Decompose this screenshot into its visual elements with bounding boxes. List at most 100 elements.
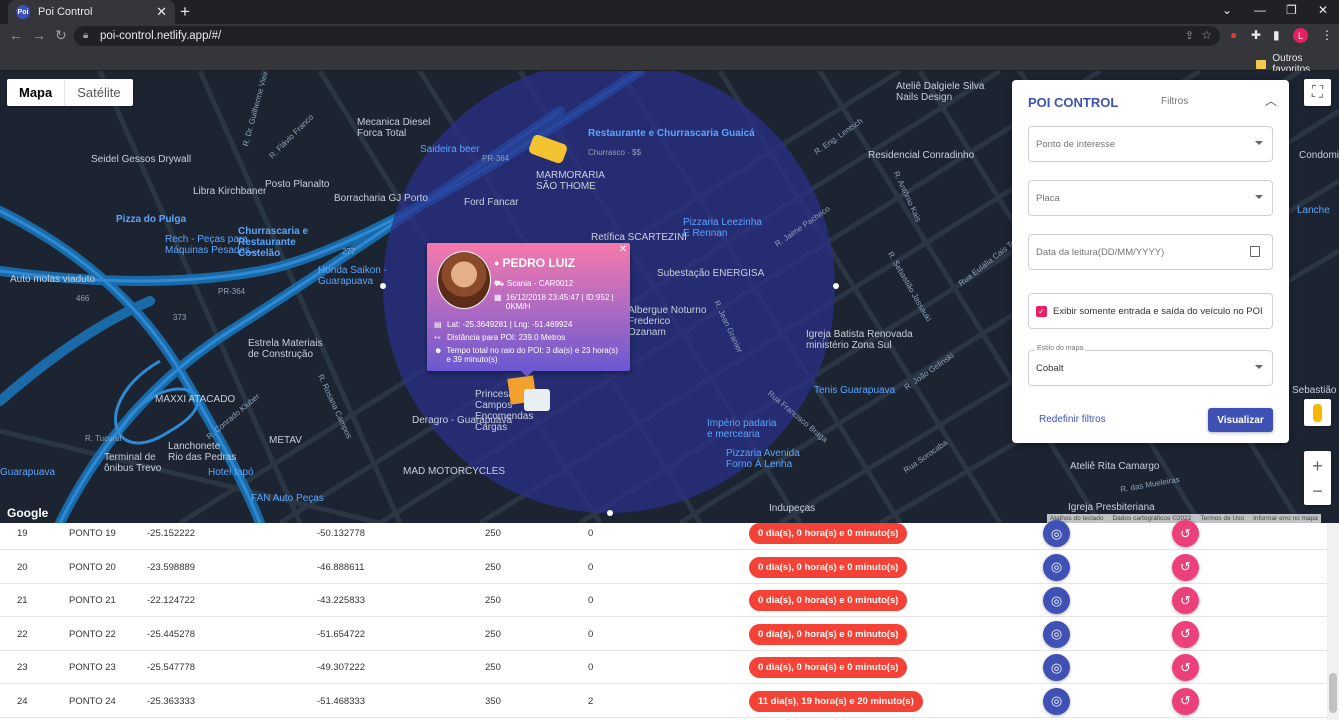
place-label[interactable]: Churrascaria e Restaurante Costelão	[238, 226, 338, 259]
lock-icon[interactable]: 🔒︎	[83, 30, 88, 41]
place-label[interactable]: METAV	[269, 435, 302, 446]
maximize-icon[interactable]: ❐	[1286, 3, 1297, 17]
menu-kebab-icon[interactable]: ⋮	[1321, 28, 1333, 42]
place-label[interactable]: Saideira beer	[420, 144, 479, 155]
place-label[interactable]: Subestação ENERGISA	[657, 268, 764, 279]
truck-vehicle-icon[interactable]	[524, 389, 550, 411]
locate-target-icon[interactable]: ◎	[1043, 654, 1070, 681]
calendar-icon[interactable]	[1250, 246, 1260, 257]
url-field[interactable]: 🔒︎ poi-control.netlify.app/#/ ⇪ ☆	[74, 26, 1220, 46]
reload-icon[interactable]: ↻	[55, 27, 67, 44]
place-label[interactable]: MARMORARIA SÃO THOME	[536, 170, 606, 192]
place-label[interactable]: Hotel Iapó	[208, 467, 254, 478]
reset-filters-button[interactable]: Redefinir filtros	[1039, 414, 1106, 425]
side-panel-icon[interactable]: ▮	[1273, 28, 1280, 42]
place-label[interactable]: Restaurante e Churrascaria Guaicá	[588, 128, 755, 139]
share-icon[interactable]: ⇪	[1185, 29, 1194, 42]
place-label[interactable]: MAD MOTORCYCLES	[403, 466, 505, 477]
place-label[interactable]: Tenis Guarapuava	[814, 385, 895, 396]
history-icon[interactable]: ↺	[1172, 520, 1199, 547]
bookmark-star-icon[interactable]: ☆	[1201, 28, 1212, 42]
place-label[interactable]: Borracharia GJ Porto	[334, 193, 428, 204]
date-field[interactable]: Data da leitura(DD/MM/YYYY)	[1028, 234, 1273, 270]
place-label[interactable]: Residencial Conradinho	[868, 150, 974, 161]
circle-handle-south[interactable]	[607, 510, 613, 516]
place-label[interactable]: Ateliê Dalgiele Silva Nails Design	[896, 81, 986, 103]
place-label[interactable]: Libra Kirchbaner	[193, 186, 266, 197]
profile-avatar[interactable]: L	[1293, 28, 1308, 43]
cell-count: 0	[588, 561, 594, 573]
collapse-chevron-icon[interactable]: ︿	[1265, 92, 1277, 109]
place-label[interactable]: Império padaria e mercearia	[707, 418, 782, 440]
map-style-select[interactable]: Estilo do mapa Cobalt	[1028, 345, 1273, 386]
folder-icon	[1256, 59, 1267, 69]
plate-select[interactable]: Placa	[1028, 180, 1273, 216]
map-type-map-button[interactable]: Mapa	[7, 79, 66, 106]
place-label[interactable]: Condominio	[1299, 150, 1339, 161]
place-label[interactable]: Pizzaria Leezinha E Rennan	[683, 217, 763, 239]
map-type-satellite-button[interactable]: Satélite	[65, 79, 132, 106]
place-label[interactable]: Pizza do Pulga	[116, 214, 186, 225]
cell-radius: 250	[485, 528, 501, 539]
place-label[interactable]: Terminal de ônibus Trevo	[104, 452, 164, 474]
zoom-out-icon[interactable]: −	[1312, 479, 1323, 503]
new-tab-icon[interactable]: +	[180, 2, 190, 22]
extensions-puzzle-icon[interactable]: ✚	[1251, 28, 1261, 42]
close-tab-icon[interactable]: ✕	[156, 4, 167, 20]
back-icon[interactable]: ←	[9, 27, 23, 43]
place-label[interactable]: Auto molas viaduto	[10, 274, 95, 285]
dropdown-caret-icon	[1255, 365, 1263, 369]
place-label[interactable]: Honda Saikon - Guarapuava	[318, 265, 388, 287]
calendar-icon: ▦	[494, 293, 502, 302]
place-label[interactable]: FAN Auto Peças	[251, 493, 324, 504]
place-label[interactable]: Indupeças	[769, 503, 815, 514]
place-label[interactable]: Seidel Gessos Drywall	[91, 154, 191, 165]
place-label[interactable]: Pizzaria Avenida Forno À Lenha	[726, 448, 806, 470]
history-icon[interactable]: ↺	[1172, 587, 1199, 614]
place-label[interactable]: Estrela Materiais de Construção	[248, 338, 328, 360]
place-label[interactable]: Guarapuava	[0, 467, 55, 478]
browser-tab[interactable]: Poi Poi Control ✕	[8, 0, 175, 24]
place-label[interactable]: Mecanica Diesel Forca Total	[357, 117, 437, 139]
close-popup-icon[interactable]: ✕	[619, 244, 627, 255]
poi-select[interactable]: Ponto de interesse	[1028, 126, 1273, 162]
extension-icon[interactable]: ●	[1230, 28, 1237, 42]
map[interactable]: Restaurante e Churrascaria Guaicá Churra…	[0, 71, 1339, 523]
history-icon[interactable]: ↺	[1172, 620, 1199, 648]
minimize-icon[interactable]: —	[1254, 3, 1266, 17]
place-label[interactable]: Albergue Noturno Frederico Ozanam	[628, 305, 708, 338]
user-circle-icon: ●	[494, 258, 500, 268]
zoom-in-icon[interactable]: +	[1312, 453, 1323, 479]
locate-target-icon[interactable]: ◎	[1043, 620, 1070, 648]
place-label[interactable]: Posto Planalto	[265, 179, 330, 190]
poi-placeholder: Ponto de interesse	[1036, 138, 1116, 150]
pegman-streetview-icon[interactable]	[1304, 399, 1331, 426]
locate-target-icon[interactable]: ◎	[1043, 520, 1070, 547]
history-icon[interactable]: ↺	[1172, 553, 1199, 581]
history-icon[interactable]: ↺	[1172, 654, 1199, 681]
place-label[interactable]: Lanchonete Rio das Pedras	[168, 441, 238, 463]
place-label[interactable]: Ateliê Rita Camargo	[1070, 461, 1159, 472]
tab-search-icon[interactable]: ⌄	[1222, 3, 1232, 17]
place-label[interactable]: Retífica SCARTEZINI	[591, 232, 687, 243]
scrollbar-thumb[interactable]	[1329, 673, 1337, 713]
history-icon[interactable]: ↺	[1172, 687, 1199, 715]
locate-target-icon[interactable]: ◎	[1043, 687, 1070, 715]
circle-handle-east[interactable]	[833, 283, 839, 289]
place-label[interactable]: Ford Fancar	[464, 197, 518, 208]
place-label[interactable]: Sebastião E	[1292, 385, 1339, 396]
forward-icon[interactable]: →	[32, 27, 46, 43]
close-window-icon[interactable]: ✕	[1318, 3, 1328, 17]
place-label[interactable]: Lanche	[1297, 205, 1330, 216]
place-label[interactable]: Igreja Presbiteriana	[1068, 502, 1155, 513]
scrollbar[interactable]	[1327, 523, 1339, 720]
place-label[interactable]: Igreja Batista Renovada ministério Zona …	[806, 329, 916, 351]
checkbox-checked-icon[interactable]: ✓	[1036, 305, 1047, 317]
place-label[interactable]: MAXXI ATACADO	[155, 394, 235, 405]
entry-exit-checkbox-field[interactable]: ✓ Exibir somente entrada e saída do veíc…	[1028, 293, 1273, 329]
locate-target-icon[interactable]: ◎	[1043, 553, 1070, 581]
locate-target-icon[interactable]: ◎	[1043, 587, 1070, 614]
fullscreen-icon[interactable]: ⛶	[1304, 79, 1331, 106]
visualize-button[interactable]: Visualizar	[1208, 408, 1273, 432]
cell-name: PONTO 23	[69, 662, 116, 673]
